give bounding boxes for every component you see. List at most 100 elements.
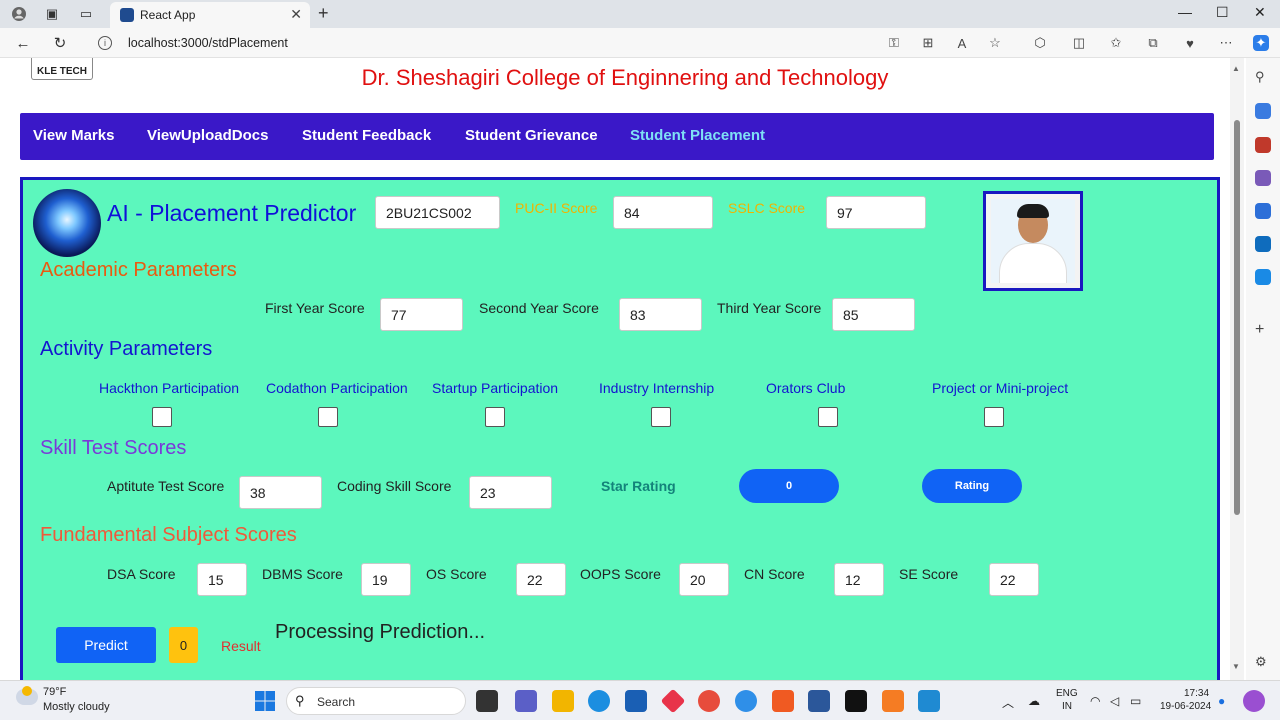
nav-student-placement[interactable]: Student Placement [630, 127, 765, 144]
codathon-checkbox[interactable] [318, 407, 338, 427]
profile-icon[interactable] [10, 5, 28, 23]
tab-title: React App [140, 8, 196, 22]
os-input[interactable]: 22 [516, 563, 566, 596]
collections-icon[interactable]: ⧉ [1145, 35, 1161, 51]
copilot-taskbar-icon[interactable] [1243, 690, 1265, 712]
tab-actions-icon[interactable]: ▭ [77, 5, 95, 23]
sidebar-settings-icon[interactable]: ⚙ [1255, 654, 1271, 670]
sidebar-games-icon[interactable] [1255, 170, 1271, 186]
page-title: AI - Placement Predictor [107, 200, 357, 226]
college-name: Dr. Sheshagiri College of Enginnering an… [361, 65, 889, 90]
edge-icon[interactable] [588, 690, 610, 712]
scroll-thumb[interactable] [1234, 120, 1240, 515]
split-screen-icon[interactable]: ◫ [1071, 35, 1087, 51]
predict-button[interactable]: Predict [56, 627, 156, 663]
puc-input[interactable]: 84 [613, 196, 713, 229]
weather-desc: Mostly cloudy [43, 701, 110, 713]
xampp-icon[interactable] [882, 690, 904, 712]
orators-checkbox[interactable] [818, 407, 838, 427]
battery-icon[interactable]: ▭ [1130, 694, 1141, 708]
nav-student-feedback[interactable]: Student Feedback [302, 127, 431, 144]
page-scrollbar[interactable]: ▲ ▼ [1230, 58, 1244, 680]
show-hidden-icons[interactable]: ︿ [1002, 694, 1014, 711]
teams-icon[interactable] [515, 690, 537, 712]
new-tab-icon[interactable]: + [318, 3, 329, 24]
key-icon[interactable]: ⚿ [886, 35, 902, 51]
git-icon[interactable] [660, 688, 686, 714]
dbms-input[interactable]: 19 [361, 563, 411, 596]
startup-checkbox[interactable] [485, 407, 505, 427]
brave-icon[interactable] [772, 690, 794, 712]
onedrive-icon[interactable]: ☁ [1028, 694, 1040, 708]
sidebar-outlook-icon[interactable] [1255, 236, 1271, 252]
aptitude-input[interactable]: 38 [239, 476, 322, 509]
read-aloud-icon[interactable]: A [954, 35, 970, 51]
sidebar-add-icon[interactable]: + [1255, 322, 1271, 338]
second-year-input[interactable]: 83 [619, 298, 702, 331]
nav-view-upload-docs[interactable]: ViewUploadDocs [147, 127, 268, 144]
sidebar-shopping-icon[interactable] [1255, 103, 1271, 119]
clock-time[interactable]: 17:34 [1184, 688, 1209, 699]
ai-brain-image [33, 189, 101, 257]
back-icon[interactable]: ← [13, 33, 33, 53]
refresh-icon[interactable]: ↻ [50, 33, 70, 53]
close-tab-icon[interactable]: ✕ [290, 6, 302, 23]
file-explorer-icon[interactable] [552, 690, 574, 712]
maximize-icon[interactable]: ☐ [1216, 4, 1229, 21]
sidebar-m365-icon[interactable] [1255, 203, 1271, 219]
clock-date[interactable]: 19-06-2024 [1160, 701, 1211, 712]
project-label: Project or Mini-project [932, 380, 1069, 396]
scroll-up-icon[interactable]: ▲ [1232, 64, 1240, 73]
notification-bell-icon[interactable]: ● [1218, 694, 1225, 708]
favorite-star-icon[interactable]: ☆ [987, 35, 1003, 51]
nav-view-marks[interactable]: View Marks [33, 127, 114, 144]
start-icon[interactable] [254, 690, 276, 712]
sun-icon [22, 686, 32, 696]
oops-input[interactable]: 20 [679, 563, 729, 596]
sslc-label: SSLC Score [728, 200, 806, 216]
language-in[interactable]: IN [1062, 701, 1072, 712]
copilot-icon[interactable]: ✦ [1253, 35, 1269, 51]
project-checkbox[interactable] [984, 407, 1004, 427]
rating-button[interactable]: Rating [922, 469, 1022, 503]
extensions-icon[interactable]: ⬡ [1032, 35, 1048, 51]
cn-input[interactable]: 12 [834, 563, 884, 596]
more-options-icon[interactable]: ⋯ [1218, 35, 1234, 51]
tab-favicon-icon [120, 8, 134, 22]
chrome-icon[interactable] [698, 690, 720, 712]
volume-icon[interactable]: ◁ [1110, 694, 1119, 708]
tab-react-app[interactable]: React App ✕ [110, 2, 310, 28]
site-info-icon[interactable]: i [98, 36, 112, 50]
sslc-input[interactable]: 97 [826, 196, 926, 229]
intellij-icon[interactable] [845, 690, 867, 712]
browser-essentials-icon[interactable]: ♥ [1182, 35, 1198, 51]
minimize-icon[interactable]: — [1178, 4, 1192, 20]
pycharm-icon[interactable] [735, 690, 757, 712]
dsa-input[interactable]: 15 [197, 563, 247, 596]
hackathon-checkbox[interactable] [152, 407, 172, 427]
url-field[interactable]: i localhost:3000/stdPlacement [92, 31, 872, 55]
store-icon[interactable] [625, 690, 647, 712]
close-window-icon[interactable]: ✕ [1254, 4, 1266, 21]
sidebar-tools-icon[interactable] [1255, 137, 1271, 153]
workspaces-icon[interactable]: ▣ [43, 5, 61, 23]
apps-icon[interactable]: ⊞ [920, 35, 936, 51]
nav-student-grievance[interactable]: Student Grievance [465, 127, 598, 144]
star-rating-label: Star Rating [601, 478, 676, 494]
word-icon[interactable] [808, 690, 830, 712]
task-view-icon[interactable] [476, 690, 498, 712]
coding-input[interactable]: 23 [469, 476, 552, 509]
internship-checkbox[interactable] [651, 407, 671, 427]
scroll-down-icon[interactable]: ▼ [1232, 662, 1240, 671]
se-input[interactable]: 22 [989, 563, 1039, 596]
usn-input[interactable]: 2BU21CS002 [375, 196, 500, 229]
third-year-input[interactable]: 85 [832, 298, 915, 331]
first-year-input[interactable]: 77 [380, 298, 463, 331]
taskbar-search[interactable]: ⚲ Search [286, 687, 466, 715]
vscode-icon[interactable] [918, 690, 940, 712]
language-eng[interactable]: ENG [1056, 688, 1078, 699]
sidebar-send-icon[interactable] [1255, 269, 1271, 285]
favorites-icon[interactable]: ✩ [1108, 35, 1124, 51]
wifi-icon[interactable]: ◠ [1090, 694, 1100, 708]
sidebar-search-icon[interactable]: ⚲ [1255, 69, 1271, 85]
